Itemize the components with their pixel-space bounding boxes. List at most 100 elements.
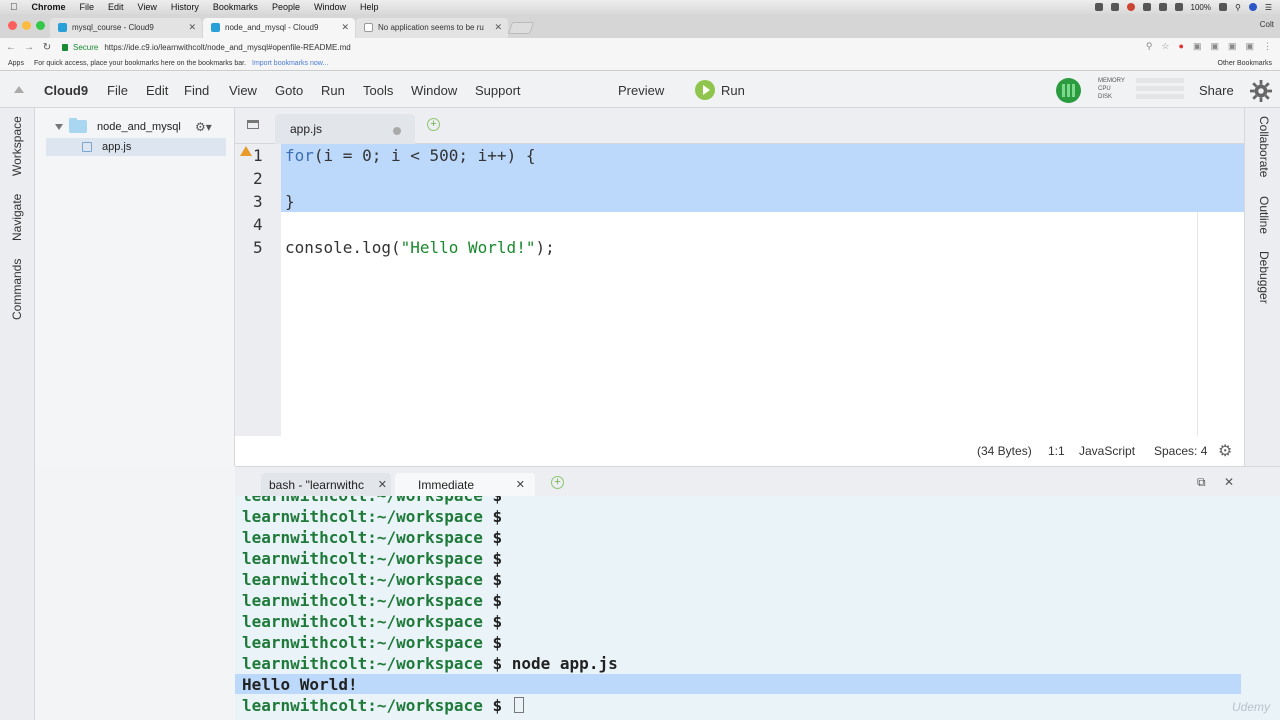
- new-tab-button[interactable]: [507, 22, 535, 34]
- url-text[interactable]: https://ide.c9.io/learnwithcolt/node_and…: [104, 43, 350, 52]
- resource-usage[interactable]: MEMORY CPU DISK: [1098, 77, 1184, 101]
- tab-immediate[interactable]: Immediate ✕: [395, 473, 535, 497]
- apple-icon[interactable]: : [10, 2, 18, 13]
- c9-menu-goto[interactable]: Goto: [275, 83, 303, 98]
- import-bookmarks-link[interactable]: Import bookmarks now...: [252, 60, 328, 67]
- collapse-menubar-icon[interactable]: [14, 86, 24, 93]
- file-label: app.js: [102, 141, 132, 153]
- reload-icon[interactable]: ↻: [40, 42, 54, 53]
- panel-commands[interactable]: Commands: [10, 259, 24, 320]
- cursor-position[interactable]: 1:1: [1048, 444, 1065, 458]
- tab-bash[interactable]: bash - "learnwithc ✕: [261, 473, 391, 497]
- c9-menu-run[interactable]: Run: [321, 83, 345, 98]
- omnibox[interactable]: Secure https://ide.c9.io/learnwithcolt/n…: [62, 40, 351, 54]
- close-tab-icon[interactable]: ✕: [378, 478, 387, 491]
- other-bookmarks[interactable]: Other Bookmarks: [1218, 60, 1272, 67]
- tab-label: bash - "learnwithc: [269, 478, 364, 492]
- terminal[interactable]: learnwithcolt:~/workspace $ learnwithcol…: [235, 496, 1280, 720]
- close-tab-icon[interactable]: ✕: [341, 22, 349, 33]
- back-icon[interactable]: ←: [4, 42, 18, 53]
- close-window-icon[interactable]: [8, 21, 17, 30]
- panel-collaborate[interactable]: Collaborate: [1257, 116, 1271, 177]
- menu-file[interactable]: File: [80, 2, 95, 12]
- maximize-console-icon[interactable]: ⧉: [1197, 475, 1206, 490]
- siri-icon[interactable]: [1248, 3, 1257, 11]
- minimize-window-icon[interactable]: [22, 21, 31, 30]
- extension-red-icon[interactable]: ●: [1179, 41, 1184, 52]
- tab-label: node_and_mysql - Cloud9: [225, 23, 319, 32]
- extension-icon[interactable]: ▣: [1193, 41, 1202, 52]
- new-tab-plus-icon[interactable]: +: [427, 118, 440, 131]
- bluetooth-icon[interactable]: [1142, 3, 1151, 11]
- menu-chrome[interactable]: Chrome: [32, 2, 66, 12]
- editor-settings-gear-icon[interactable]: ⚙: [1218, 441, 1232, 461]
- c9-menu-find[interactable]: Find: [184, 83, 209, 98]
- warning-icon[interactable]: [240, 146, 252, 156]
- c9-menu-tools[interactable]: Tools: [363, 83, 393, 98]
- panel-workspace[interactable]: Workspace: [10, 116, 24, 176]
- forward-icon[interactable]: →: [22, 42, 36, 53]
- share-button[interactable]: Share: [1199, 83, 1234, 98]
- browser-tab[interactable]: No application seems to be ru ✕: [356, 18, 508, 38]
- lifebuoy-icon[interactable]: [1126, 3, 1135, 11]
- panel-navigate[interactable]: Navigate: [10, 194, 24, 241]
- battery-level[interactable]: 100%: [1191, 3, 1211, 12]
- tab-list-icon[interactable]: [247, 120, 259, 129]
- close-tab-icon[interactable]: ✕: [188, 22, 196, 33]
- menu-list-icon[interactable]: ☰: [1265, 3, 1272, 12]
- search-icon[interactable]: ⚲: [1235, 3, 1241, 12]
- tree-file-row[interactable]: app.js: [46, 138, 226, 156]
- code-line-5: console.log("Hello World!");: [285, 238, 555, 257]
- output-highlight: [235, 674, 1241, 694]
- panel-outline[interactable]: Outline: [1257, 196, 1271, 234]
- wifi-icon[interactable]: [1158, 3, 1167, 11]
- zoom-window-icon[interactable]: [36, 21, 45, 30]
- panel-debugger[interactable]: Debugger: [1257, 251, 1271, 304]
- c9-menu-support[interactable]: Support: [475, 83, 521, 98]
- tree-settings-gear-icon[interactable]: ⚙▾: [195, 120, 212, 134]
- new-terminal-plus-icon[interactable]: +: [551, 476, 564, 489]
- browser-tab[interactable]: mysql_course - Cloud9 ✕: [50, 18, 202, 38]
- close-console-icon[interactable]: ✕: [1224, 475, 1234, 489]
- zoom-icon[interactable]: ⚲: [1146, 41, 1153, 52]
- preview-button[interactable]: Preview: [618, 83, 664, 98]
- chrome-menu-icon[interactable]: ⋮: [1263, 41, 1272, 52]
- extension-icon[interactable]: ▣: [1245, 41, 1254, 52]
- c9-menu-edit[interactable]: Edit: [146, 83, 168, 98]
- browser-tab-active[interactable]: node_and_mysql - Cloud9 ✕: [203, 18, 355, 38]
- extension-icon[interactable]: ▣: [1228, 41, 1237, 52]
- extension-icon[interactable]: ▣: [1210, 41, 1219, 52]
- camera-icon[interactable]: [1094, 3, 1103, 11]
- code-editor[interactable]: 1 2 3 4 5 for(i = 0; i < 500; i++) { } c…: [235, 144, 1244, 436]
- expand-arrow-icon[interactable]: [55, 123, 63, 130]
- disk-bar: [1136, 94, 1184, 99]
- preferences-gear-icon[interactable]: [1250, 80, 1272, 102]
- airplay-icon[interactable]: [1174, 3, 1183, 11]
- apps-shortcut[interactable]: Apps: [8, 60, 24, 67]
- unsaved-dot-icon[interactable]: [393, 127, 401, 135]
- editor-tab-appjs[interactable]: app.js: [275, 114, 415, 144]
- menu-edit[interactable]: Edit: [108, 2, 124, 12]
- battery-icon[interactable]: [1218, 3, 1227, 11]
- language-mode[interactable]: JavaScript: [1079, 444, 1135, 458]
- star-icon[interactable]: ☆: [1161, 41, 1169, 52]
- c9-menu-view[interactable]: View: [229, 83, 257, 98]
- menu-bookmarks[interactable]: Bookmarks: [213, 2, 258, 12]
- menu-window[interactable]: Window: [314, 2, 346, 12]
- menu-people[interactable]: People: [272, 2, 300, 12]
- cloud-icon[interactable]: [1110, 3, 1119, 11]
- c9-menu-file[interactable]: File: [107, 83, 128, 98]
- menu-view[interactable]: View: [138, 2, 157, 12]
- indent-setting[interactable]: Spaces: 4: [1154, 444, 1207, 458]
- profile-button[interactable]: Colt: [1260, 20, 1274, 29]
- run-button[interactable]: Run: [721, 83, 745, 98]
- close-tab-icon[interactable]: ✕: [494, 22, 502, 33]
- avatar[interactable]: [1056, 78, 1081, 103]
- c9-menu-window[interactable]: Window: [411, 83, 457, 98]
- c9-brand-menu[interactable]: Cloud9: [44, 83, 88, 98]
- run-icon[interactable]: [695, 80, 715, 100]
- menu-help[interactable]: Help: [360, 2, 379, 12]
- menu-history[interactable]: History: [171, 2, 199, 12]
- close-tab-icon[interactable]: ✕: [516, 478, 525, 491]
- tree-folder-row[interactable]: node_and_mysql: [55, 118, 181, 133]
